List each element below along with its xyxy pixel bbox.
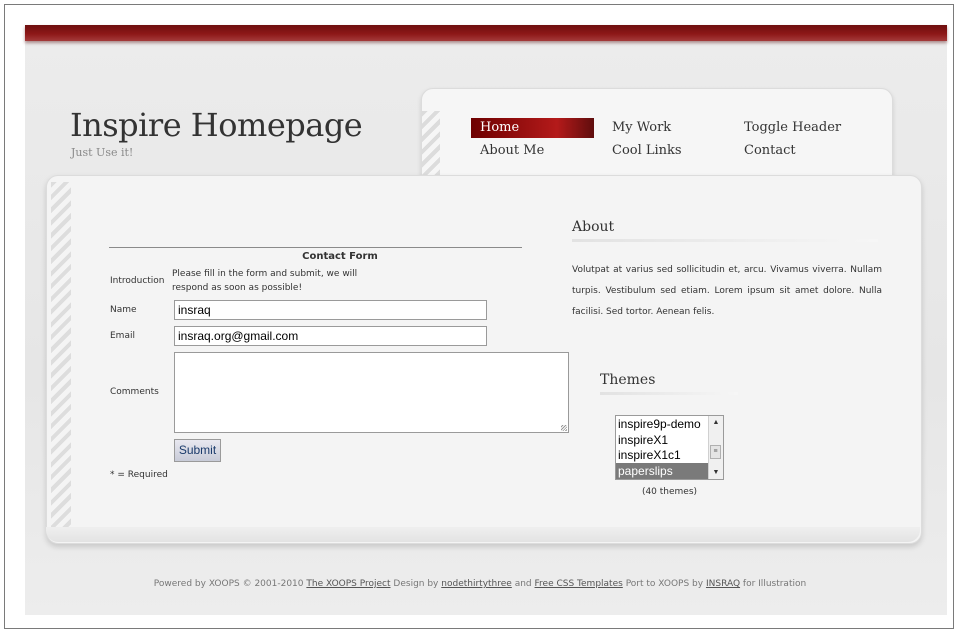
- theme-option[interactable]: inspireX1c1: [616, 447, 723, 463]
- submit-button[interactable]: Submit: [174, 439, 221, 462]
- site-tagline: Just Use it!: [71, 146, 134, 159]
- form-divider: [109, 247, 522, 248]
- themes-select[interactable]: inspire9p-demo inspireX1 inspireX1c1 pap…: [615, 415, 724, 480]
- nav-item-cool-links[interactable]: Cool Links: [603, 141, 682, 161]
- resize-grip-icon[interactable]: [561, 425, 567, 431]
- footer-link-porter[interactable]: INSRAQ: [706, 579, 740, 589]
- footer-powered: Powered by XOOPS © 2001-2010: [153, 579, 304, 589]
- panel-bottom-edge: [46, 527, 920, 542]
- footer-and: and: [514, 579, 532, 589]
- scroll-thumb[interactable]: ≡: [710, 445, 721, 459]
- footer-link-designer[interactable]: nodethirtythree: [441, 579, 512, 589]
- footer-design-by: Design by: [393, 579, 439, 589]
- nav-stripe-decoration: [422, 111, 440, 185]
- intro-label: Introduction: [110, 276, 165, 286]
- about-heading: About: [572, 219, 615, 235]
- themes-scrollbar[interactable]: ▲ ≡ ▼: [708, 416, 723, 479]
- theme-option[interactable]: inspireX1: [616, 432, 723, 448]
- about-heading-rule: [572, 239, 878, 242]
- comments-textarea[interactable]: [174, 352, 569, 433]
- name-label: Name: [110, 305, 137, 315]
- theme-option-selected[interactable]: paperslips: [616, 463, 723, 479]
- footer-suffix: for Illustration: [742, 579, 807, 589]
- site-title[interactable]: Inspire Homepage: [70, 106, 363, 144]
- required-note: * = Required: [110, 470, 168, 480]
- themes-heading: Themes: [600, 372, 656, 388]
- contact-form-caption: Contact Form: [302, 251, 378, 262]
- nav-item-my-work[interactable]: My Work: [603, 118, 671, 138]
- footer: Powered by XOOPS © 2001-2010 The XOOPS P…: [0, 579, 960, 589]
- theme-option[interactable]: inspire9p-demo: [616, 416, 723, 432]
- scroll-down-icon[interactable]: ▼: [709, 466, 723, 479]
- about-text: Volutpat at varius sed sollicitudin et, …: [572, 265, 882, 317]
- scroll-up-icon[interactable]: ▲: [709, 416, 723, 429]
- footer-link-templates[interactable]: Free CSS Templates: [535, 579, 623, 589]
- intro-text: Please fill in the form and submit, we w…: [172, 269, 358, 293]
- email-input[interactable]: insraq.org@gmail.com: [174, 326, 487, 346]
- email-label: Email: [110, 331, 135, 341]
- footer-link-xoops[interactable]: The XOOPS Project: [306, 579, 390, 589]
- themes-heading-rule: [600, 392, 738, 395]
- header-red-bar: [25, 25, 947, 41]
- nav-item-home[interactable]: Home: [471, 118, 594, 138]
- comments-label: Comments: [110, 387, 159, 397]
- nav-item-toggle-header[interactable]: Toggle Header: [735, 118, 841, 138]
- themes-count: (40 themes): [641, 487, 698, 497]
- nav-item-contact[interactable]: Contact: [735, 141, 796, 161]
- panel-stripe-decoration: [51, 182, 71, 537]
- nav-item-about-me[interactable]: About Me: [471, 141, 544, 161]
- name-input[interactable]: insraq: [174, 300, 487, 320]
- footer-port-by: Port to XOOPS by: [625, 579, 704, 589]
